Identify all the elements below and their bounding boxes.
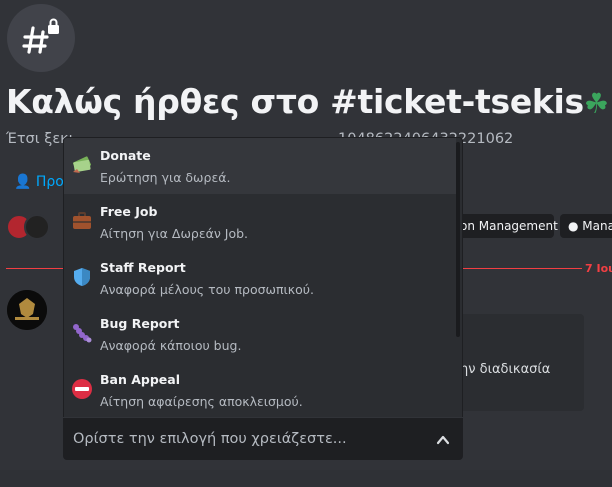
option-description: Αναφορά κάποιου bug. (100, 338, 242, 353)
no-entry-icon (71, 378, 93, 400)
channel-lock-icon (7, 4, 75, 72)
money-icon (71, 154, 93, 176)
option-label: Donate (100, 148, 151, 163)
avatar[interactable] (24, 214, 50, 240)
add-members-link[interactable]: 👤 Προ (14, 174, 64, 190)
option-label: Bug Report (100, 316, 180, 331)
select-placeholder: Ορίστε την επιλογή που χρειάζεστε... (73, 431, 347, 447)
welcome-title: Καλώς ήρθες στο #ticket-tsekis☘! (6, 82, 612, 121)
dropdown-scrollbar[interactable] (456, 142, 460, 337)
option-label: Ban Appeal (100, 372, 180, 387)
option-label: Staff Report (100, 260, 186, 275)
option-description: Αίτηση για Δωρεάν Job. (100, 226, 249, 241)
option-staff-report[interactable]: Staff Report Αναφορά μέλους του προσωπικ… (64, 250, 456, 306)
bot-avatar[interactable] (7, 290, 47, 330)
bottom-strip (0, 470, 612, 487)
shield-icon (71, 266, 93, 288)
option-donate[interactable]: Donate Ερώτηση για δωρεά. (64, 138, 456, 194)
select-menu-dropdown: Donate Ερώτηση για δωρεά. Free Job Αίτησ… (63, 137, 463, 417)
option-description: Αίτηση αφαίρεσης αποκλεισμού. (100, 394, 303, 409)
bug-icon (71, 322, 93, 344)
option-free-job[interactable]: Free Job Αίτηση για Δωρεάν Job. (64, 194, 456, 250)
role-chip[interactable]: ● Manag (560, 214, 612, 238)
select-menu[interactable]: Ορίστε την επιλογή που χρειάζεστε... (63, 418, 463, 460)
option-label: Free Job (100, 204, 158, 219)
briefcase-icon (71, 210, 93, 232)
chevron-up-icon (436, 432, 450, 451)
divider-date: 7 Ιου (585, 262, 612, 275)
embed-text: ην διαδικασία (460, 362, 551, 377)
option-bug-report[interactable]: Bug Report Αναφορά κάποιου bug. (64, 306, 456, 362)
option-description: Αναφορά μέλους του προσωπικού. (100, 282, 314, 297)
person-icon: 👤 (14, 174, 32, 190)
option-ban-appeal[interactable]: Ban Appeal Αίτηση αφαίρεσης αποκλεισμού. (64, 362, 456, 417)
role-chip[interactable]: on Management (452, 214, 558, 238)
option-description: Ερώτηση για δωρεά. (100, 170, 231, 185)
clover-icon: ☘ (583, 87, 609, 120)
